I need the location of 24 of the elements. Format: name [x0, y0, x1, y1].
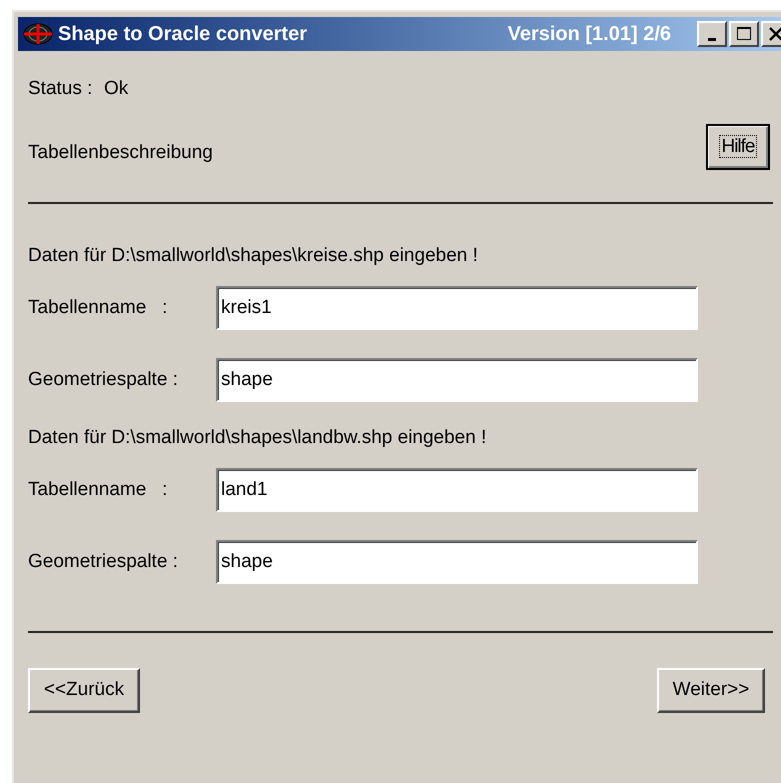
prompt-text: Daten für D:\smallworld\shapes\landbw.shp eingeben !: [28, 426, 488, 448]
status-label: Status :: [28, 76, 94, 101]
text-field[interactable]: shape: [216, 358, 698, 402]
text-field[interactable]: land1: [216, 468, 698, 512]
field-label: Tabellenname :: [28, 296, 168, 320]
maximize-button[interactable]: [729, 21, 759, 47]
minimize-icon: [708, 38, 716, 40]
crosshair-globe-icon: [22, 22, 54, 46]
text-field[interactable]: kreis1: [216, 286, 698, 330]
help-button[interactable]: Hilfe: [706, 124, 770, 170]
field-label: Geometriespalte :: [28, 550, 179, 574]
prompt-text: Daten für D:\smallworld\shapes\kreise.shp eingeben !: [28, 244, 479, 266]
close-icon: [768, 26, 781, 42]
minimize-button[interactable]: [697, 21, 727, 47]
heading-text: Tabellenbeschreibung: [28, 141, 213, 163]
next-button[interactable]: Weiter>>: [657, 668, 765, 713]
window-title: Shape to Oracle converter: [58, 22, 307, 47]
field-label: Tabellenname :: [28, 478, 168, 502]
text-field[interactable]: shape: [216, 540, 698, 584]
version-label: Version [1.01] 2/6: [508, 22, 671, 47]
status-value: Ok: [104, 76, 128, 101]
back-button[interactable]: <<Zurück: [28, 668, 140, 713]
field-label: Geometriespalte :: [28, 368, 179, 392]
maximize-icon: [736, 26, 752, 42]
